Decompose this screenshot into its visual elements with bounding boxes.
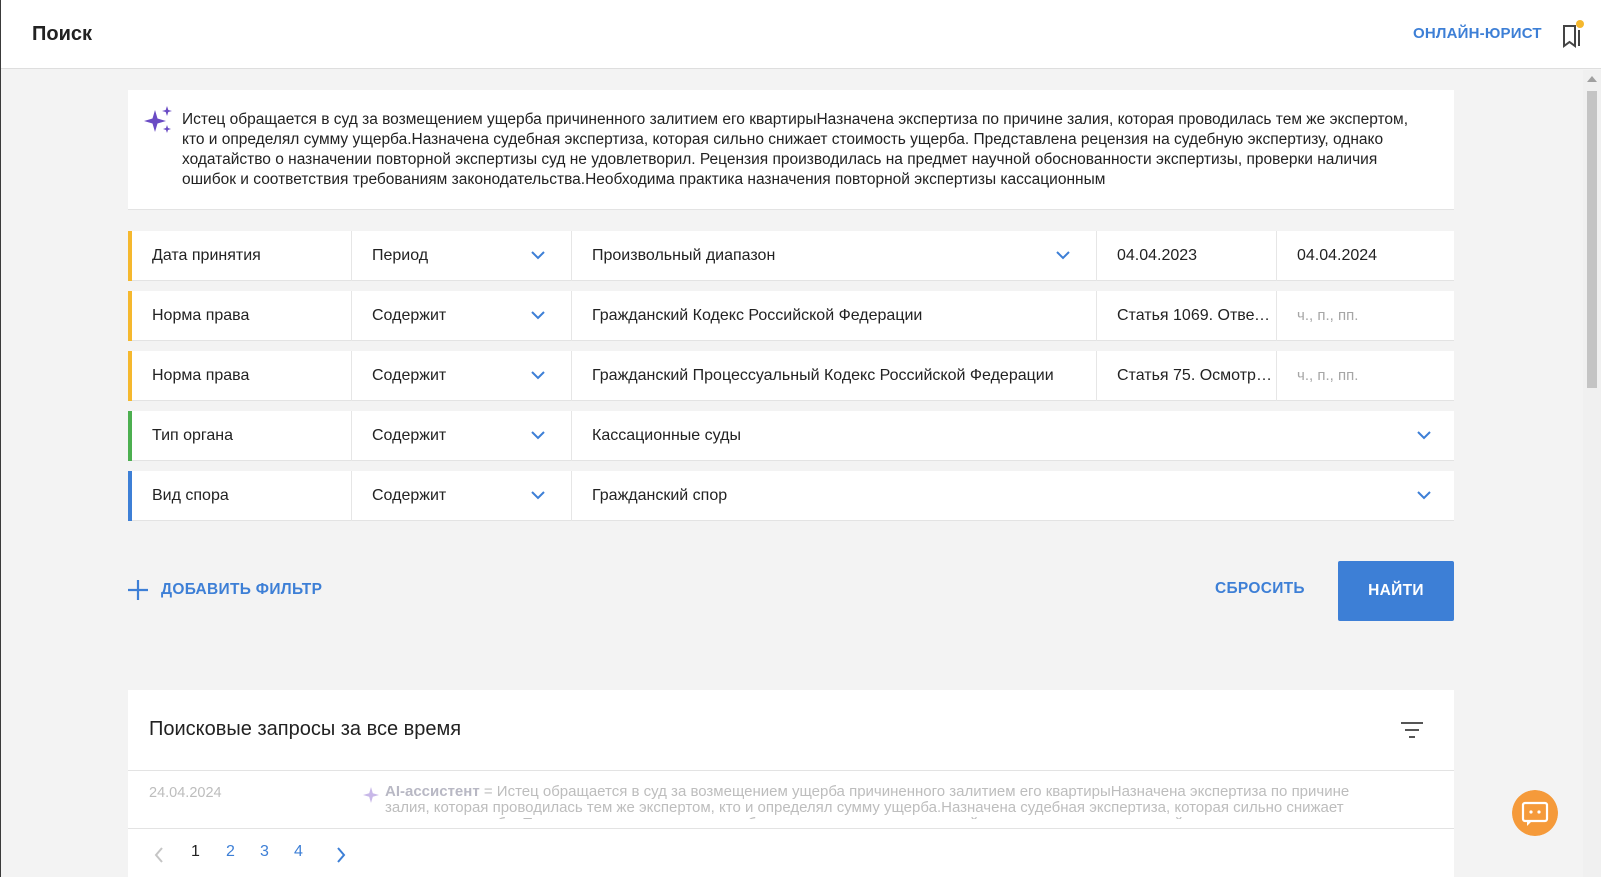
add-filter-label: ДОБАВИТЬ ФИЛЬТР xyxy=(161,581,323,598)
filter-row-court-type: Тип органа Содержит Кассационные суды xyxy=(128,411,1454,461)
date-to-input[interactable]: 04.04.2024 xyxy=(1277,231,1454,281)
add-filter-button[interactable]: ДОБАВИТЬ ФИЛЬТР xyxy=(127,576,322,604)
filter-value-select[interactable]: Произвольный диапазон xyxy=(572,231,1097,281)
page-1[interactable]: 1 xyxy=(191,843,200,861)
page-3[interactable]: 3 xyxy=(260,843,269,861)
filter-value-label: Гражданский спор xyxy=(592,487,728,504)
chevron-right-icon[interactable] xyxy=(336,847,346,863)
page-scrollbar[interactable] xyxy=(1583,70,1601,877)
law-code-input[interactable]: Гражданский Кодекс Российской Федерации xyxy=(572,291,1097,341)
filter-field[interactable]: Дата принятия xyxy=(132,231,352,281)
filter-value-select[interactable]: Гражданский спор xyxy=(572,471,1454,521)
divider xyxy=(128,770,1454,771)
page-title: Поиск xyxy=(32,23,93,45)
search-history-panel: Поисковые запросы за все время 24.04.202… xyxy=(128,690,1454,877)
top-bar: Поиск ОНЛАЙН-ЮРИСТ xyxy=(1,0,1601,69)
ai-query-box[interactable]: Истец обращается в суд за возмещением ущ… xyxy=(128,90,1454,210)
find-button[interactable]: НАЙТИ xyxy=(1338,561,1454,621)
filter-value-label: Произвольный диапазон xyxy=(592,247,776,264)
filter-value-label: Кассационные суды xyxy=(592,427,741,444)
filter-list-icon[interactable] xyxy=(1400,720,1424,740)
chevron-down-icon[interactable] xyxy=(531,370,545,380)
pagination: 1 2 3 4 xyxy=(128,828,1454,877)
online-lawyer-link[interactable]: ОНЛАЙН-ЮРИСТ xyxy=(1413,25,1542,42)
page-2[interactable]: 2 xyxy=(226,843,235,861)
chevron-down-icon[interactable] xyxy=(531,250,545,260)
law-part-input[interactable]: ч., п., пп. xyxy=(1277,291,1454,341)
law-code-input[interactable]: Гражданский Процессуальный Кодекс Россий… xyxy=(572,351,1097,401)
filter-field[interactable]: Вид спора xyxy=(132,471,352,521)
history-row-query[interactable]: AI-ассистент = Истец обращается в суд за… xyxy=(385,784,1395,819)
reset-button[interactable]: СБРОСИТЬ xyxy=(1215,580,1305,598)
history-title: Поисковые запросы за все время xyxy=(149,718,462,740)
bookmarks-icon[interactable] xyxy=(1561,20,1585,50)
chevron-left-icon[interactable] xyxy=(154,847,164,863)
filter-row-dispute-type: Вид спора Содержит Гражданский спор xyxy=(128,471,1454,521)
filter-field[interactable]: Норма права xyxy=(132,351,352,401)
ai-query-text[interactable]: Истец обращается в суд за возмещением ущ… xyxy=(182,110,1434,192)
filter-row-date: Дата принятия Период Произвольный диапаз… xyxy=(128,231,1454,281)
history-row-text: = Истец обращается в суд за возмещением … xyxy=(385,784,1350,819)
ai-sparkle-icon xyxy=(363,787,379,803)
chevron-down-icon[interactable] xyxy=(1056,250,1070,260)
ai-sparkle-icon xyxy=(144,106,172,133)
history-row-date: 24.04.2024 xyxy=(149,785,222,801)
filter-operator-label: Содержит xyxy=(372,427,447,444)
chevron-down-icon[interactable] xyxy=(1417,490,1431,500)
plus-icon xyxy=(128,580,148,600)
filter-field[interactable]: Норма права xyxy=(132,291,352,341)
chevron-down-icon[interactable] xyxy=(1417,430,1431,440)
filter-operator-label: Содержит xyxy=(372,367,447,384)
filter-value-select[interactable]: Кассационные суды xyxy=(572,411,1454,461)
page-4[interactable]: 4 xyxy=(294,843,303,861)
chevron-down-icon[interactable] xyxy=(531,430,545,440)
law-article-input[interactable]: Статья 75. Осмотр и исследование веществ… xyxy=(1097,351,1277,401)
law-part-input[interactable]: ч., п., пп. xyxy=(1277,351,1454,401)
scroll-up-arrow-icon[interactable] xyxy=(1587,76,1597,82)
filter-operator-label: Содержит xyxy=(372,307,447,324)
chat-icon[interactable] xyxy=(1512,790,1558,836)
history-row-source: AI-ассистент xyxy=(385,784,480,800)
chevron-down-icon[interactable] xyxy=(531,490,545,500)
law-article-input[interactable]: Статья 1069. Ответственность за вред, пр… xyxy=(1097,291,1277,341)
filter-operator-label: Период xyxy=(372,247,429,264)
chevron-down-icon[interactable] xyxy=(531,310,545,320)
filter-row-law-1: Норма права Содержит Гражданский Кодекс … xyxy=(128,291,1454,341)
filter-operator-label: Содержит xyxy=(372,487,447,504)
scroll-thumb[interactable] xyxy=(1587,91,1597,388)
filter-row-law-2: Норма права Содержит Гражданский Процесс… xyxy=(128,351,1454,401)
filter-field[interactable]: Тип органа xyxy=(132,411,352,461)
date-from-input[interactable]: 04.04.2023 xyxy=(1097,231,1277,281)
